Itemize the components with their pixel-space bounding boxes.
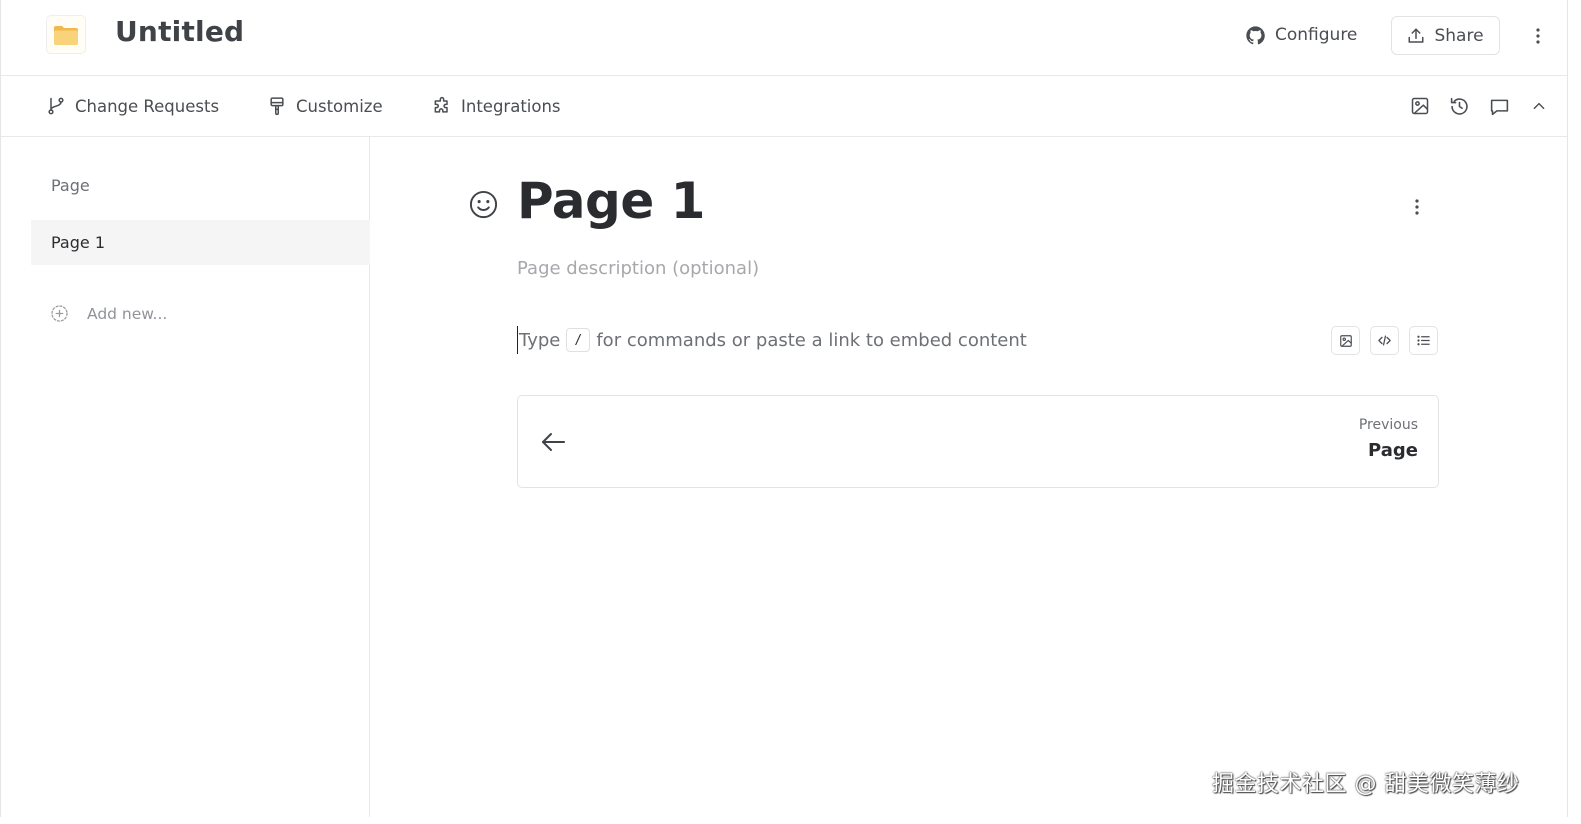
space-toolbar: Change Requests Customize Integrations: [1, 76, 1567, 137]
configure-label: Configure: [1275, 25, 1358, 45]
sidebar-item-page-1[interactable]: Page 1: [31, 220, 370, 265]
puzzle-icon: [434, 96, 448, 113]
upload-icon: [1408, 28, 1424, 43]
list-icon: [1417, 335, 1430, 346]
git-branch-icon: [48, 97, 64, 115]
previous-page-link[interactable]: Previous Page: [517, 395, 1439, 488]
space-logo[interactable]: [46, 15, 86, 54]
page-more-options-icon[interactable]: [1407, 197, 1427, 217]
tab-integrations[interactable]: Integrations: [432, 94, 561, 118]
insert-image-button[interactable]: [1331, 326, 1360, 355]
sidebar-item-label: Page 1: [51, 233, 105, 252]
editor-hint-suffix: for commands or paste a link to embed co…: [596, 329, 1027, 351]
editor-input[interactable]: Type / for commands or paste a link to e…: [517, 326, 1117, 354]
watermark: 掘金技术社区 @ 甜美微笑薄纱: [1212, 772, 1520, 797]
add-new-button[interactable]: Add new...: [50, 304, 167, 323]
page-description-input[interactable]: Page description (optional): [517, 258, 759, 279]
editor-hint-prefix: Type: [519, 329, 561, 351]
configure-button[interactable]: Configure: [1245, 22, 1357, 48]
add-new-label: Add new...: [87, 304, 168, 323]
more-options-icon[interactable]: [1528, 26, 1548, 46]
folder-icon: [54, 25, 78, 45]
history-icon[interactable]: [1447, 94, 1471, 118]
image-icon: [1339, 334, 1352, 347]
add-emoji-icon[interactable]: [466, 187, 500, 221]
share-label: Share: [1434, 25, 1484, 46]
sidebar: Page Page 1 Add new...: [1, 137, 370, 817]
tab-label: Customize: [296, 96, 383, 116]
top-header: Untitled Configure Share: [1, 0, 1567, 76]
previous-label: Previous: [1358, 417, 1418, 433]
previous-page-title: Page: [1368, 440, 1418, 461]
share-button[interactable]: Share: [1391, 16, 1500, 55]
space-title[interactable]: Untitled: [115, 15, 244, 48]
add-circle-icon: [51, 305, 68, 322]
code-icon: [1378, 335, 1391, 346]
tab-label: Change Requests: [75, 96, 220, 116]
arrow-left-icon: [542, 433, 565, 451]
tab-change-requests[interactable]: Change Requests: [46, 94, 219, 118]
tab-customize[interactable]: Customize: [267, 94, 383, 118]
paint-brush-icon: [270, 97, 284, 116]
tab-label: Integrations: [461, 96, 561, 116]
slash-key: /: [566, 328, 591, 352]
page-title[interactable]: Page 1: [517, 172, 705, 230]
insert-code-button[interactable]: [1370, 326, 1399, 355]
chevron-up-icon[interactable]: [1527, 94, 1551, 118]
github-icon: [1246, 25, 1265, 44]
comment-icon[interactable]: [1487, 94, 1511, 118]
sidebar-section-title[interactable]: Page: [51, 176, 90, 195]
insert-list-button[interactable]: [1409, 326, 1438, 355]
image-icon[interactable]: [1408, 94, 1432, 118]
